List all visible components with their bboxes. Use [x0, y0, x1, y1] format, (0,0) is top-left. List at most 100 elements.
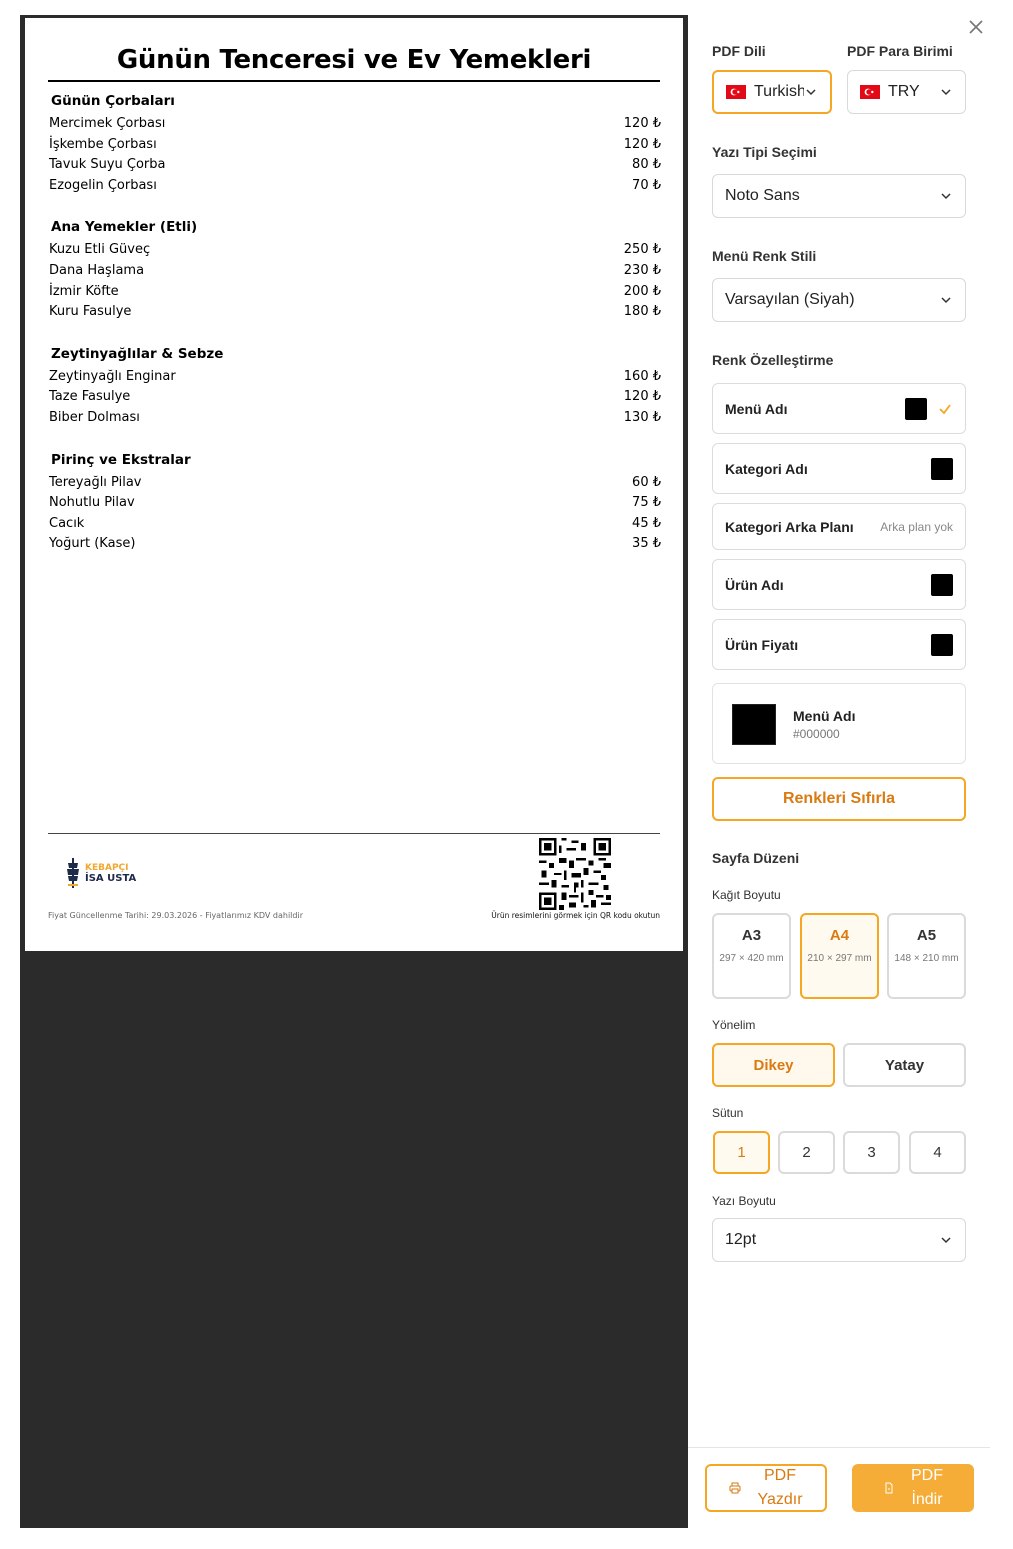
pdf-language-select[interactable]: Turkish [712, 70, 832, 114]
check-icon [939, 403, 951, 414]
item-name: Yoğurt (Kase) [49, 536, 136, 552]
item-name: Biber Dolması [49, 409, 140, 425]
menu-item: Ezogelin Çorbası 70 ₺ [49, 176, 661, 197]
font-select-label: Yazı Tipi Seçimi [712, 144, 817, 160]
item-name: Taze Fasulye [49, 389, 131, 405]
category-name: Zeytinyağlılar & Sebze [51, 345, 224, 362]
item-price: 35 ₺ [632, 536, 661, 552]
paper-a3-option[interactable]: A3 297 × 420 mm [712, 913, 791, 999]
font-select-value: Noto Sans [725, 187, 800, 204]
print-pdf-button[interactable]: PDF Yazdır [705, 1464, 827, 1512]
color-row-product-name[interactable]: Ürün Adı [712, 559, 966, 610]
color-style-select[interactable]: Varsayılan (Siyah) [712, 278, 966, 322]
color-picker-swatch[interactable] [732, 704, 776, 745]
pdf-language-label: PDF Dili [712, 43, 766, 59]
font-size-value: 12pt [725, 1231, 757, 1248]
menu-item: İzmir Köfte 200 ₺ [49, 282, 661, 303]
close-icon [969, 20, 983, 34]
qr-code [539, 838, 611, 910]
orientation-landscape-button[interactable]: Yatay [843, 1043, 966, 1087]
doner-icon [67, 858, 79, 888]
color-row-label: Menü Adı [725, 400, 788, 417]
item-name: Zeytinyağlı Enginar [49, 368, 176, 384]
columns-3-button[interactable]: 3 [843, 1131, 900, 1174]
item-price: 60 ₺ [632, 474, 661, 490]
item-price: 75 ₺ [632, 495, 661, 511]
menu-item: Tavuk Suyu Çorba 80 ₺ [49, 155, 661, 176]
menu-item: Zeytinyağlı Enginar 160 ₺ [49, 367, 661, 388]
menu-page: Günün Tenceresi ve Ev Yemekleri Günün Ço… [25, 18, 683, 951]
menu-item: Mercimek Çorbası 120 ₺ [49, 114, 661, 135]
item-price: 120 ₺ [623, 389, 661, 405]
category-block: Zeytinyağlılar & Sebze Zeytinyağlı Engin… [49, 343, 661, 429]
orientation-label: Yönelim [712, 1018, 756, 1032]
color-swatch[interactable] [931, 633, 953, 656]
item-price: 230 ₺ [623, 262, 661, 278]
printer-icon [729, 1482, 741, 1494]
color-swatch[interactable] [905, 397, 927, 420]
color-row-category-background[interactable]: Kategori Arka Planı Arka plan yok [712, 503, 966, 550]
paper-a4-option[interactable]: A4 210 × 297 mm [800, 913, 879, 999]
item-name: Dana Haşlama [49, 262, 145, 278]
paper-dims: 148 × 210 mm [894, 953, 959, 964]
no-background-note: Arka plan yok [880, 519, 953, 534]
download-label-1: PDF [911, 1467, 943, 1484]
orientation-portrait-button[interactable]: Dikey [712, 1043, 835, 1087]
color-row-product-price[interactable]: Ürün Fiyatı [712, 619, 966, 670]
color-preview-name: Menü Adı [793, 708, 856, 724]
item-name: Cacık [49, 515, 85, 531]
download-pdf-button[interactable]: PDF İndir [852, 1464, 974, 1512]
item-price: 45 ₺ [632, 515, 661, 531]
menu-title: Günün Tenceresi ve Ev Yemekleri [116, 45, 592, 75]
color-customization-label: Renk Özelleştirme [712, 352, 834, 368]
color-preview-card: Menü Adı #000000 [712, 683, 966, 764]
item-name: Tavuk Suyu Çorba [49, 157, 166, 173]
print-label-2: Yazdır [757, 1491, 803, 1508]
item-name: Nohutlu Pilav [49, 495, 135, 511]
item-name: Tereyağlı Pilav [49, 474, 142, 490]
paper-dims: 297 × 420 mm [719, 953, 784, 964]
restaurant-logo: KEBAPÇI İSA USTA [65, 858, 136, 888]
color-row-menu-name[interactable]: Menü Adı [712, 383, 966, 434]
item-price: 80 ₺ [632, 157, 661, 173]
item-name: Mercimek Çorbası [49, 116, 166, 131]
logo-line-1: KEBAPÇI [85, 862, 129, 873]
close-button[interactable] [964, 17, 988, 41]
font-select[interactable]: Noto Sans [712, 174, 966, 218]
pdf-currency-select[interactable]: TRY [847, 70, 966, 114]
color-swatch[interactable] [931, 457, 953, 480]
paper-name: A5 [916, 927, 937, 944]
item-price: 250 ₺ [623, 242, 661, 258]
paper-name: A4 [829, 927, 850, 944]
category-name: Ana Yemekler (Etli) [51, 219, 198, 236]
font-size-label: Yazı Boyutu [712, 1194, 776, 1208]
columns-4-button[interactable]: 4 [909, 1131, 966, 1174]
title-divider [48, 80, 660, 82]
reset-colors-button[interactable]: Renkleri Sıfırla [712, 777, 966, 821]
panel-footer-divider [688, 1447, 990, 1448]
category-block: Ana Yemekler (Etli) Kuzu Etli Güveç 250 ₺… [49, 216, 661, 322]
color-preview-hex: #000000 [793, 727, 840, 741]
chevron-down-icon [941, 193, 951, 200]
item-price: 130 ₺ [623, 409, 661, 425]
columns-1-button[interactable]: 1 [713, 1131, 770, 1174]
menu-item: Dana Haşlama 230 ₺ [49, 261, 661, 282]
menu-item: Kuru Fasulye 180 ₺ [49, 302, 661, 323]
color-style-value: Varsayılan (Siyah) [725, 291, 855, 308]
columns-2-button[interactable]: 2 [778, 1131, 835, 1174]
turkey-flag-icon [726, 85, 746, 99]
app-window: Günün Tenceresi ve Ev Yemekleri Günün Ço… [0, 0, 1013, 1549]
item-name: Kuru Fasulye [49, 304, 132, 320]
paper-size-label: Kağıt Boyutu [712, 888, 781, 902]
color-swatch[interactable] [931, 573, 953, 596]
paper-a5-option[interactable]: A5 148 × 210 mm [887, 913, 966, 999]
item-name: Kuzu Etli Güveç [49, 242, 151, 258]
download-label-2: İndir [911, 1491, 943, 1508]
font-size-select[interactable]: 12pt [712, 1218, 966, 1262]
paper-name: A3 [741, 927, 762, 944]
menu-item: Yoğurt (Kase) 35 ₺ [49, 534, 661, 555]
menu-item: Tereyağlı Pilav 60 ₺ [49, 473, 661, 494]
chevron-down-icon [941, 297, 951, 304]
color-row-category-name[interactable]: Kategori Adı [712, 443, 966, 494]
chevron-down-icon [941, 1237, 951, 1244]
